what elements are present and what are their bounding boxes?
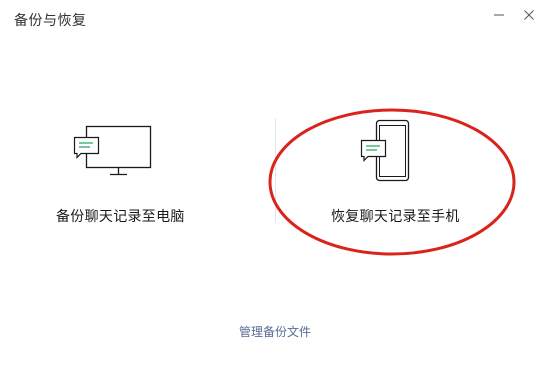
restore-to-phone-option[interactable]: 恢复聊天记录至手机	[300, 110, 500, 230]
backup-restore-window: 备份与恢复 备份聊天记录至电脑 恢复聊天记录至手机 管理备份文件	[0, 0, 550, 370]
restore-to-phone-label: 恢复聊天记录至手机	[331, 209, 460, 225]
minimize-button[interactable]	[488, 6, 510, 24]
manage-backup-files-link[interactable]: 管理备份文件	[0, 323, 550, 340]
close-button[interactable]	[518, 6, 540, 24]
monitor-chat-icon	[73, 125, 152, 176]
divider	[275, 118, 276, 223]
phone-chat-icon	[360, 119, 410, 182]
backup-to-pc-option[interactable]: 备份聊天记录至电脑	[40, 110, 220, 230]
minimize-icon	[494, 14, 504, 16]
backup-to-pc-label: 备份聊天记录至电脑	[56, 209, 185, 225]
close-icon	[524, 10, 534, 20]
window-title: 备份与恢复	[14, 13, 87, 29]
